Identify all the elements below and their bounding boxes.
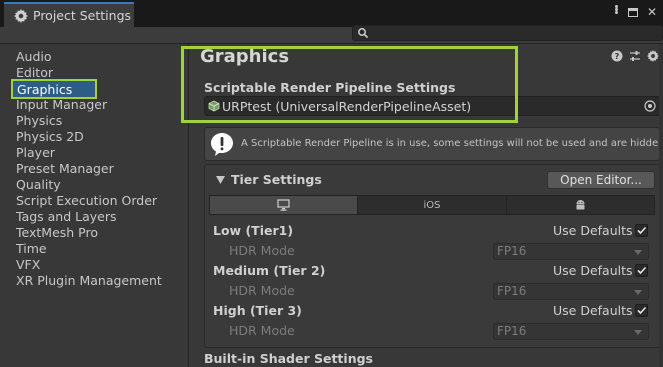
hdr-mode-label: HDR Mode	[229, 283, 295, 298]
more-options-icon[interactable]	[614, 5, 619, 19]
hdr-mode-value: FP16	[497, 324, 527, 338]
sidebar-item-quality[interactable]: Quality	[16, 177, 61, 193]
sidebar-item-vfx[interactable]: VFX	[16, 257, 40, 273]
window-controls: ✕	[614, 5, 657, 19]
settings-gear-icon[interactable]	[647, 50, 659, 62]
hdr-mode-select-medium: FP16	[493, 283, 649, 300]
sidebar-item-time[interactable]: Time	[16, 241, 47, 257]
tier-settings-panel: Tier Settings Open Editor... iOS Low (Ti…	[204, 164, 660, 348]
hdr-mode-label: HDR Mode	[229, 243, 295, 258]
use-defaults-checkbox-high[interactable]	[635, 304, 648, 317]
tier-high-label: High (Tier 3)	[213, 303, 302, 318]
tier-low-label: Low (Tier1)	[213, 223, 294, 238]
settings-sidebar: Audio Editor Graphics Input Manager Phys…	[0, 44, 189, 367]
page-title: Graphics	[200, 46, 290, 67]
srp-asset-field[interactable]: URPtest (UniversalRenderPipelineAsset)	[204, 96, 660, 116]
maximize-icon[interactable]	[627, 7, 638, 17]
gear-icon	[14, 8, 28, 23]
use-defaults-label: Use Defaults	[553, 303, 633, 318]
sidebar-item-preset-manager[interactable]: Preset Manager	[16, 161, 114, 177]
checkmark-icon	[637, 306, 647, 315]
help-icon[interactable]: ?	[611, 50, 623, 62]
foldout-arrow-icon[interactable]	[216, 176, 225, 184]
dropdown-caret-icon	[634, 250, 642, 255]
hdr-mode-label: HDR Mode	[229, 323, 295, 338]
sidebar-item-player[interactable]: Player	[16, 145, 55, 161]
search-icon	[358, 28, 369, 39]
tab-standalone[interactable]	[210, 196, 359, 214]
use-defaults-label: Use Defaults	[553, 263, 633, 278]
sidebar-item-textmesh-pro[interactable]: TextMesh Pro	[16, 225, 98, 241]
object-picker-icon[interactable]	[644, 100, 656, 112]
hdr-mode-select-low: FP16	[493, 243, 649, 260]
tier-medium-label: Medium (Tier 2)	[213, 263, 326, 278]
dropdown-caret-icon	[634, 330, 642, 335]
sidebar-item-script-execution-order[interactable]: Script Execution Order	[16, 193, 157, 209]
use-defaults-label: Use Defaults	[553, 223, 633, 238]
android-icon	[576, 200, 585, 210]
tab-ios[interactable]: iOS	[358, 196, 507, 214]
header-icons: ?	[611, 50, 659, 62]
svg-text:?: ?	[615, 52, 620, 61]
asset-icon	[208, 100, 220, 112]
checkmark-icon	[637, 226, 647, 235]
title-bar: Project Settings ✕	[0, 0, 663, 27]
sidebar-item-tags-and-layers[interactable]: Tags and Layers	[16, 209, 117, 225]
settings-content: Graphics ? Scriptable Render Pipeline Se…	[181, 44, 663, 367]
sidebar-item-input-manager[interactable]: Input Manager	[16, 97, 107, 113]
sidebar-item-physics[interactable]: Physics	[16, 113, 62, 129]
hdr-mode-value: FP16	[497, 244, 527, 258]
scrollbar[interactable]	[659, 44, 663, 367]
tier-settings-title[interactable]: Tier Settings	[231, 172, 322, 187]
open-editor-button[interactable]: Open Editor...	[547, 171, 655, 189]
info-message: A Scriptable Render Pipeline is in use, …	[241, 138, 663, 149]
close-icon[interactable]: ✕	[647, 5, 657, 19]
checkmark-icon	[637, 266, 647, 275]
tab-android[interactable]	[506, 196, 654, 214]
tab-ios-label: iOS	[423, 199, 441, 211]
sidebar-item-xr-plugin-management[interactable]: XR Plugin Management	[16, 273, 162, 289]
info-icon	[211, 133, 233, 156]
use-defaults-checkbox-low[interactable]	[635, 224, 648, 237]
sidebar-item-audio[interactable]: Audio	[16, 49, 52, 65]
window-tab[interactable]: Project Settings	[4, 2, 134, 27]
monitor-icon	[277, 199, 290, 211]
srp-asset-value: URPtest (UniversalRenderPipelineAsset)	[222, 99, 472, 114]
platform-tabs: iOS	[209, 195, 655, 215]
hdr-mode-select-high: FP16	[493, 323, 649, 340]
dropdown-caret-icon	[634, 290, 642, 295]
window-title: Project Settings	[33, 8, 132, 23]
sidebar-item-physics-2d[interactable]: Physics 2D	[16, 129, 84, 145]
srp-settings-label: Scriptable Render Pipeline Settings	[204, 80, 456, 95]
preset-icon[interactable]	[629, 50, 641, 62]
sidebar-item-graphics[interactable]: Graphics	[11, 79, 97, 99]
hdr-mode-value: FP16	[497, 284, 527, 298]
info-helpbox: A Scriptable Render Pipeline is in use, …	[204, 127, 663, 161]
search-field[interactable]	[352, 25, 663, 41]
use-defaults-checkbox-medium[interactable]	[635, 264, 648, 277]
builtin-shader-settings-label[interactable]: Built-in Shader Settings	[204, 351, 373, 366]
